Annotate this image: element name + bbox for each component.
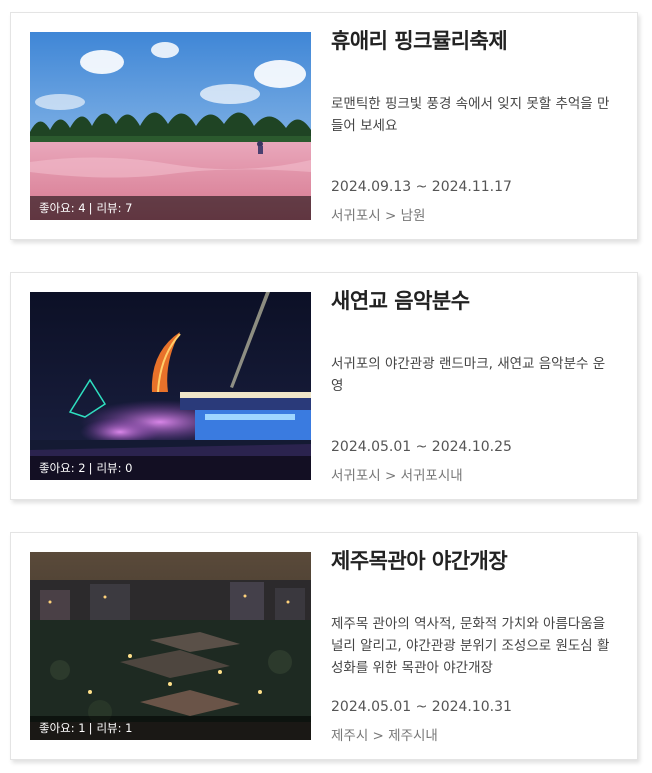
festival-region: 서귀포시 > 남원 <box>331 208 426 224</box>
review-count: 리뷰: 7 <box>96 201 133 215</box>
festival-card[interactable]: 좋아요: 1 | 리뷰: 1 제주목관아 야간개장 제주목 관아의 역사적, 문화적… <box>10 532 638 760</box>
festival-title[interactable]: 새연교 음악분수 <box>331 287 616 315</box>
festival-info: 새연교 음악분수 서귀포의 야간관광 랜드마크, 새연교 음악분수 운영 <box>331 287 616 394</box>
festival-card[interactable]: 좋아요: 2 | 리뷰: 0 새연교 음악분수 서귀포의 야간관광 랜드마크, 새연… <box>10 272 638 500</box>
like-count: 좋아요: 1 <box>39 721 86 735</box>
festival-thumbnail[interactable]: 좋아요: 2 | 리뷰: 0 <box>30 292 311 480</box>
pink-muhly-photo <box>30 32 311 220</box>
like-count: 좋아요: 4 <box>39 201 86 215</box>
music-fountain-photo <box>30 292 311 480</box>
festival-info: 제주목관아 야간개장 제주목 관아의 역사적, 문화적 가치와 아름다움을 널리… <box>331 547 616 676</box>
stat-separator: | <box>88 721 93 735</box>
stats-bar: 좋아요: 2 | 리뷰: 0 <box>30 456 311 480</box>
festival-title[interactable]: 제주목관아 야간개장 <box>331 547 616 575</box>
mokgwana-night-photo <box>30 552 311 740</box>
festival-description: 제주목 관아의 역사적, 문화적 가치와 아름다움을 널리 알리고, 야간관광 … <box>331 616 610 676</box>
stats-bar: 좋아요: 4 | 리뷰: 7 <box>30 196 311 220</box>
festival-region: 서귀포시 > 서귀포시내 <box>331 468 463 484</box>
festival-date: 2024.05.01 ~ 2024.10.31 <box>331 699 512 715</box>
festival-description: 서귀포의 야간관광 랜드마크, 새연교 음악분수 운영 <box>331 356 606 394</box>
festival-thumbnail[interactable]: 좋아요: 4 | 리뷰: 7 <box>30 32 311 220</box>
festival-thumbnail[interactable]: 좋아요: 1 | 리뷰: 1 <box>30 552 311 740</box>
review-count: 리뷰: 1 <box>96 721 133 735</box>
festival-title[interactable]: 휴애리 핑크뮬리축제 <box>331 27 616 55</box>
festival-info: 휴애리 핑크뮬리축제 로맨틱한 핑크빛 풍경 속에서 잊지 못할 추억을 만들어… <box>331 27 616 134</box>
festival-date: 2024.05.01 ~ 2024.10.25 <box>331 439 512 455</box>
stats-bar: 좋아요: 1 | 리뷰: 1 <box>30 716 311 740</box>
festival-description: 로맨틱한 핑크빛 풍경 속에서 잊지 못할 추억을 만들어 보세요 <box>331 96 610 134</box>
review-count: 리뷰: 0 <box>96 461 133 475</box>
festival-region: 제주시 > 제주시내 <box>331 728 438 744</box>
stat-separator: | <box>88 201 93 215</box>
festival-date: 2024.09.13 ~ 2024.11.17 <box>331 179 512 195</box>
like-count: 좋아요: 2 <box>39 461 86 475</box>
festival-card[interactable]: 좋아요: 4 | 리뷰: 7 휴애리 핑크뮬리축제 로맨틱한 핑크빛 풍경 속에서 … <box>10 12 638 240</box>
stat-separator: | <box>88 461 93 475</box>
